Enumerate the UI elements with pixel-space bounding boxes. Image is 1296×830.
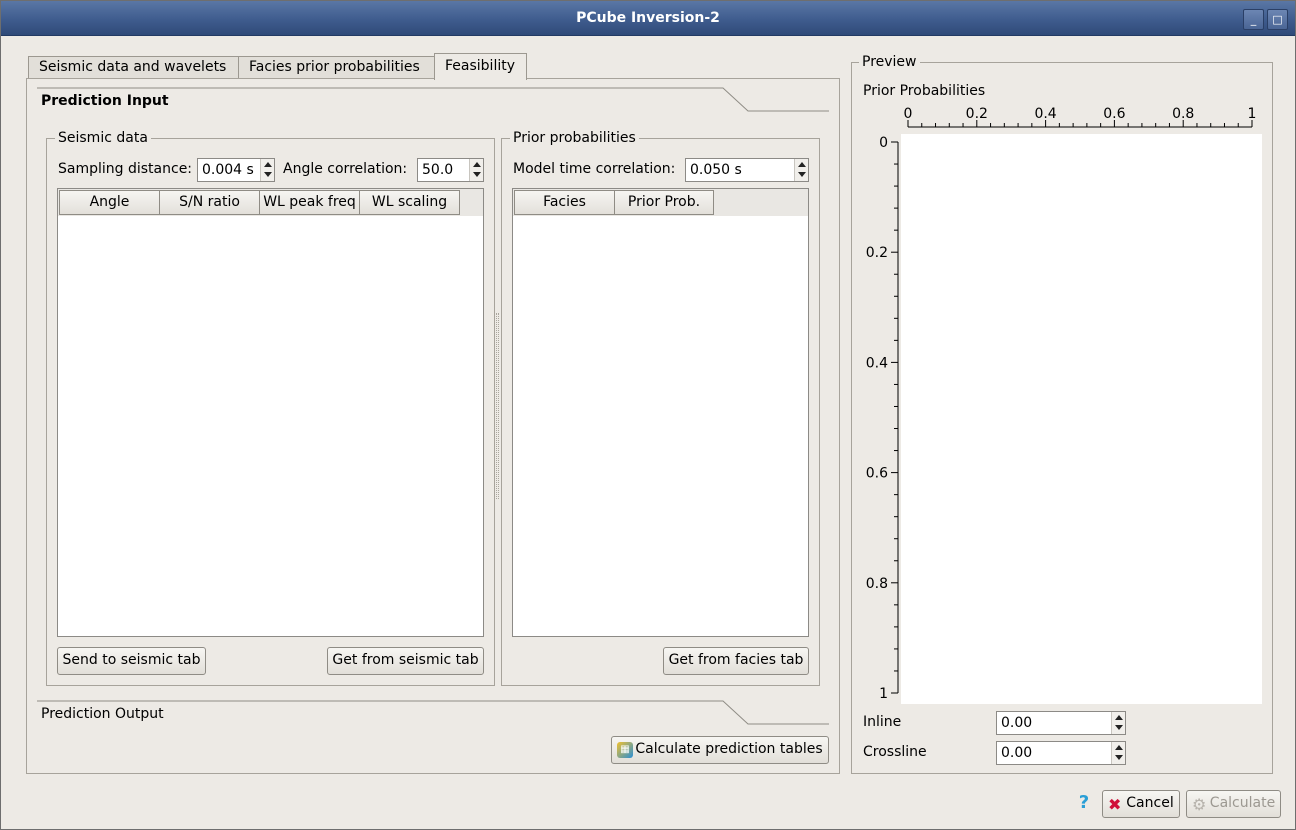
tab-seismic-data[interactable]: Seismic data and wavelets xyxy=(28,56,239,79)
spin-arrows[interactable] xyxy=(260,159,274,181)
window-title: PCube Inversion-2 xyxy=(576,10,720,26)
spin-up-icon xyxy=(264,162,272,167)
calculate-prediction-tables-label: Calculate prediction tables xyxy=(635,741,823,757)
spin-arrows[interactable] xyxy=(469,159,483,181)
calculate-label: Calculate xyxy=(1209,795,1276,811)
calculate-button[interactable]: ⚙ Calculate xyxy=(1186,790,1281,818)
get-from-facies-tab-button[interactable]: Get from facies tab xyxy=(663,647,809,675)
spin-down-icon xyxy=(1115,725,1123,730)
spin-down-icon xyxy=(473,172,481,177)
sampling-distance-value: 0.004 s xyxy=(202,162,254,178)
x-tick-label: 0.2 xyxy=(966,106,988,122)
chart-plot-area xyxy=(901,134,1262,704)
column-header-wl-peak-freq[interactable]: WL peak freq xyxy=(259,190,360,215)
x-tick-label: 0 xyxy=(904,106,913,122)
spin-up-icon xyxy=(798,162,806,167)
x-tick-label: 1 xyxy=(1248,106,1257,122)
y-tick-label: 0.4 xyxy=(866,355,888,371)
cancel-label: Cancel xyxy=(1126,795,1174,811)
seismic-data-title: Seismic data xyxy=(55,130,151,146)
maximize-icon: □ xyxy=(1272,13,1283,26)
spin-down-icon xyxy=(1115,755,1123,760)
column-header-angle[interactable]: Angle xyxy=(59,190,160,215)
x-tick-label: 0.6 xyxy=(1103,106,1125,122)
gear-icon: ⚙ xyxy=(1192,795,1207,814)
spin-arrows[interactable] xyxy=(1111,742,1125,764)
spin-arrows[interactable] xyxy=(1111,712,1125,734)
help-icon[interactable]: ? xyxy=(1075,792,1093,814)
model-time-correlation-value: 0.050 s xyxy=(690,162,742,178)
spin-arrows[interactable] xyxy=(794,159,808,181)
inline-spinbox[interactable]: 0.00 xyxy=(996,711,1126,735)
preview-title: Preview xyxy=(859,54,920,70)
main-window: PCube Inversion-2 _ □ Seismic data and w… xyxy=(0,0,1296,830)
tab-facies-prior[interactable]: Facies prior probabilities xyxy=(238,56,435,79)
tab-feasibility[interactable]: Feasibility xyxy=(434,53,527,80)
prediction-input-divider xyxy=(37,87,829,112)
crossline-spinbox[interactable]: 0.00 xyxy=(996,741,1126,765)
angle-correlation-value: 50.0 xyxy=(422,162,454,178)
x-tick-label: 0.4 xyxy=(1034,106,1056,122)
prior-table[interactable]: Facies Prior Prob. xyxy=(512,188,809,637)
y-tick-label: 0.2 xyxy=(866,245,888,261)
cancel-icon: ✖ xyxy=(1108,795,1122,814)
maximize-button[interactable]: □ xyxy=(1267,9,1288,30)
minimize-button[interactable]: _ xyxy=(1243,9,1264,30)
prior-probabilities-title: Prior probabilities xyxy=(510,130,639,146)
column-header-wl-scaling[interactable]: WL scaling xyxy=(359,190,460,215)
inline-value: 0.00 xyxy=(1001,715,1033,731)
cancel-button[interactable]: ✖ Cancel xyxy=(1102,790,1180,818)
spin-up-icon xyxy=(1115,715,1123,720)
sampling-distance-label: Sampling distance: xyxy=(58,161,193,177)
spin-down-icon xyxy=(798,172,806,177)
title-bar: PCube Inversion-2 _ □ xyxy=(1,1,1295,36)
model-time-correlation-label: Model time correlation: xyxy=(513,161,676,177)
crossline-value: 0.00 xyxy=(1001,745,1033,761)
spin-down-icon xyxy=(264,172,272,177)
spin-up-icon xyxy=(1115,745,1123,750)
calculator-icon: ▦ xyxy=(617,742,633,758)
send-to-seismic-tab-button[interactable]: Send to seismic tab xyxy=(57,647,206,675)
column-header-facies[interactable]: Facies xyxy=(514,190,615,215)
angle-correlation-label: Angle correlation: xyxy=(283,161,408,177)
spin-up-icon xyxy=(473,162,481,167)
model-time-correlation-spinbox[interactable]: 0.050 s xyxy=(685,158,809,182)
chart-title: Prior Probabilities xyxy=(863,83,986,99)
get-from-seismic-tab-button[interactable]: Get from seismic tab xyxy=(327,647,484,675)
calculate-prediction-tables-button[interactable]: ▦ Calculate prediction tables xyxy=(611,736,829,764)
minimize-icon: _ xyxy=(1250,13,1257,26)
prediction-output-divider xyxy=(37,700,829,725)
y-tick-label: 0 xyxy=(879,135,888,151)
x-tick-label: 0.8 xyxy=(1172,106,1194,122)
column-header-sn-ratio[interactable]: S/N ratio xyxy=(159,190,260,215)
splitter-handle[interactable] xyxy=(496,313,499,499)
crossline-label: Crossline xyxy=(863,744,927,760)
prior-probabilities-chart: 0 0.2 0.4 0.6 0.8 1 0 0.2 0.4 0.6 0.8 1 xyxy=(866,106,1262,704)
y-tick-label: 0.8 xyxy=(866,576,888,592)
column-header-prior-prob[interactable]: Prior Prob. xyxy=(614,190,714,215)
y-tick-label: 1 xyxy=(879,686,888,702)
y-tick-label: 0.6 xyxy=(866,466,888,482)
angle-correlation-spinbox[interactable]: 50.0 xyxy=(417,158,484,182)
sampling-distance-spinbox[interactable]: 0.004 s xyxy=(197,158,275,182)
inline-label: Inline xyxy=(863,714,902,730)
seismic-table[interactable]: Angle S/N ratio WL peak freq WL scaling xyxy=(57,188,484,637)
